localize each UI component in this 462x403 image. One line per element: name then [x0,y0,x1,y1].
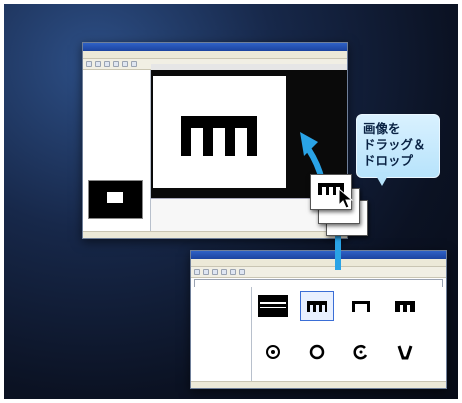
drag-arrow-icon [300,132,341,270]
callout-bubble: 画像を ドラッグ＆ ドロップ [356,114,440,178]
callout-text: 画像を ドラッグ＆ ドロップ [363,121,426,168]
callout-tail [374,172,390,186]
mouse-pointer-icon [338,188,354,209]
background: 画像を ドラッグ＆ ドロップ [4,4,458,399]
